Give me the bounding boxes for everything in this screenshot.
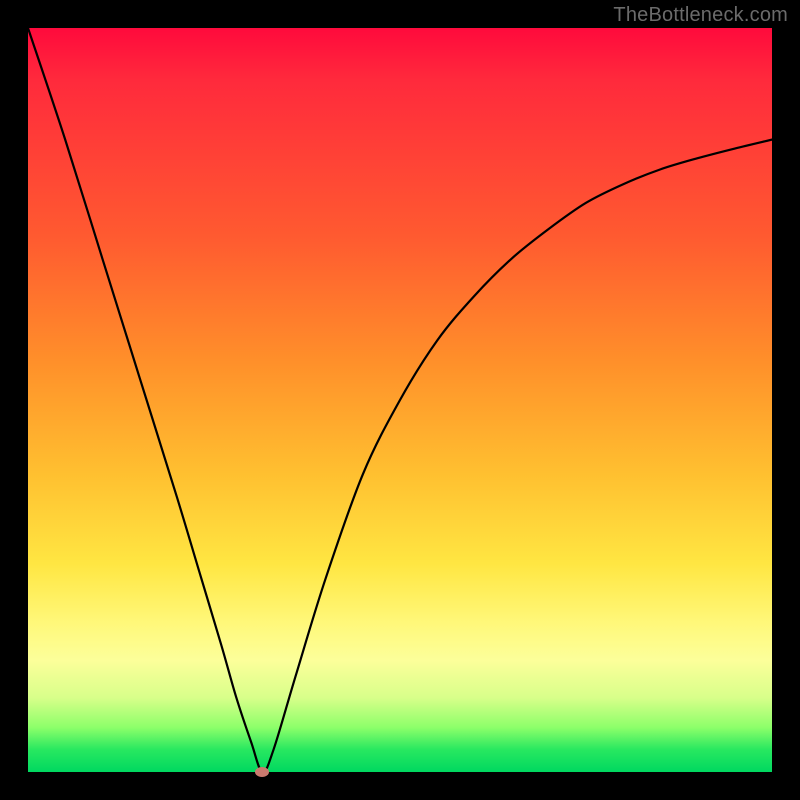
plot-area bbox=[28, 28, 772, 772]
minimum-marker bbox=[255, 767, 269, 777]
watermark-text: TheBottleneck.com bbox=[613, 4, 788, 27]
bottleneck-curve bbox=[28, 28, 772, 772]
chart-frame: TheBottleneck.com bbox=[0, 0, 800, 800]
